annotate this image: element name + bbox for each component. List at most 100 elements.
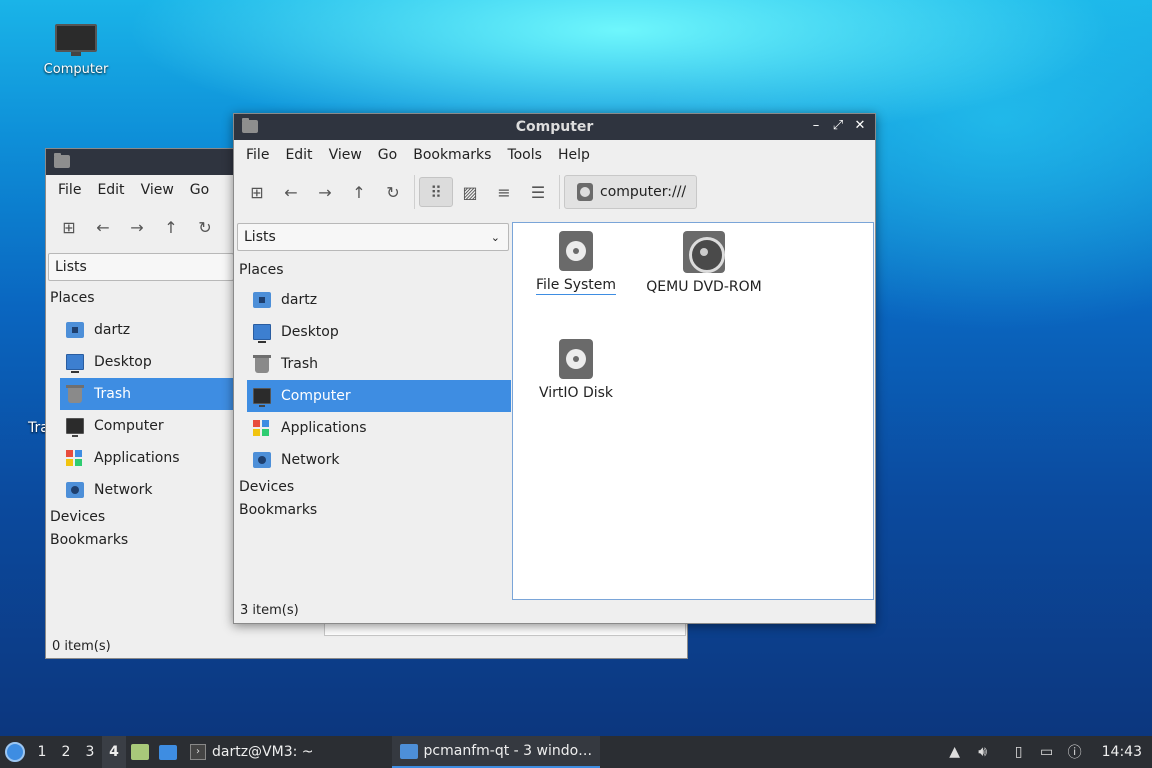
maximize-icon[interactable]: ⤢	[829, 117, 847, 135]
tray-up-arrow-icon[interactable]: ▲	[946, 743, 964, 761]
menu-edit[interactable]: Edit	[277, 147, 320, 163]
menu-bookmarks[interactable]: Bookmarks	[405, 147, 499, 163]
toolbar-separator	[559, 175, 560, 209]
network-status-icon[interactable]: ▭	[1038, 743, 1056, 761]
file-view[interactable]: File System QEMU DVD-ROM VirtIO Disk	[512, 222, 874, 600]
taskbar-terminal[interactable]: › dartz@VM3: ~	[182, 736, 322, 768]
menu-view[interactable]: View	[321, 147, 370, 163]
home-folder-icon	[66, 322, 84, 338]
clipboard-icon[interactable]: ▯	[1010, 743, 1028, 761]
toolbar-separator	[414, 175, 415, 209]
file-item-label: File System	[535, 277, 617, 295]
window-title: Computer	[515, 119, 594, 135]
applications-icon	[253, 420, 271, 436]
desktop-icon	[66, 354, 84, 373]
close-icon[interactable]: ✕	[851, 117, 869, 135]
up-arrow-icon[interactable]: ↑	[342, 177, 376, 207]
workspace-4[interactable]: 4	[102, 736, 126, 768]
menu-help[interactable]: Help	[550, 147, 598, 163]
chevron-down-icon: ⌄	[490, 230, 500, 244]
show-desktop-icon[interactable]	[126, 736, 154, 768]
desktop-computer-label: Computer	[43, 62, 109, 77]
place-desktop[interactable]: Desktop	[247, 316, 511, 348]
terminal-task-label: dartz@VM3: ~	[212, 744, 314, 760]
system-tray: ▲ 🔊︎ ▯ ▭ ⓘ 14:43	[946, 736, 1152, 768]
compact-view-icon[interactable]: ≡	[487, 177, 521, 207]
desktop-icon	[253, 324, 271, 343]
volume-icon[interactable]: 🔊︎	[974, 743, 992, 761]
home-folder-icon	[253, 292, 271, 308]
file-manager-launcher-icon[interactable]	[154, 736, 182, 768]
back-menu-view[interactable]: View	[133, 182, 182, 198]
front-menubar: File Edit View Go Bookmarks Tools Help	[234, 140, 875, 170]
place-home[interactable]: dartz	[247, 284, 511, 316]
optical-drive-icon	[683, 231, 725, 273]
folder-icon	[54, 153, 70, 168]
back-status-bar: 0 item(s)	[52, 639, 111, 654]
folder-icon	[399, 743, 418, 759]
back-arrow-icon[interactable]: ←	[86, 212, 120, 242]
status-bar: 3 item(s)	[240, 603, 299, 618]
bookmarks-header[interactable]: Bookmarks	[237, 499, 511, 522]
taskbar-file-manager[interactable]: pcmanfm-qt - 3 windo…	[391, 736, 601, 768]
terminal-icon: ›	[190, 744, 206, 760]
update-notifier-icon[interactable]: ⓘ	[1066, 743, 1084, 761]
address-bar[interactable]: computer:///	[564, 175, 698, 209]
new-tab-icon[interactable]: ⊞	[52, 212, 86, 242]
workspace-3[interactable]: 3	[78, 736, 102, 768]
file-item-label: QEMU DVD-ROM	[646, 279, 762, 295]
icon-view-icon[interactable]: ⠿	[419, 177, 453, 207]
network-icon	[66, 482, 84, 498]
address-text: computer:///	[600, 184, 687, 200]
new-tab-icon[interactable]: ⊞	[240, 177, 274, 207]
back-menu-go[interactable]: Go	[182, 182, 217, 198]
applications-icon	[66, 450, 84, 466]
back-menu-edit[interactable]: Edit	[89, 182, 132, 198]
menu-file[interactable]: File	[238, 147, 277, 163]
start-menu-icon[interactable]	[0, 736, 30, 768]
file-manager-task-label: pcmanfm-qt - 3 windo…	[423, 743, 593, 759]
file-item-dvd-rom[interactable]: QEMU DVD-ROM	[644, 231, 764, 295]
places-header[interactable]: Places	[237, 259, 511, 282]
drive-icon	[577, 183, 593, 201]
back-arrow-icon[interactable]: ←	[274, 177, 308, 207]
back-menu-file[interactable]: File	[50, 182, 89, 198]
menu-tools[interactable]: Tools	[499, 147, 550, 163]
file-item-file-system[interactable]: File System	[521, 231, 631, 295]
place-computer[interactable]: Computer	[247, 380, 511, 412]
place-trash[interactable]: Trash	[247, 348, 511, 380]
forward-arrow-icon[interactable]: →	[308, 177, 342, 207]
taskbar: 1 2 3 4 › dartz@VM3: ~ pcmanfm-qt - 3 wi…	[0, 736, 1152, 768]
file-item-virtio-disk[interactable]: VirtIO Disk	[521, 339, 631, 401]
monitor-icon	[55, 24, 97, 58]
trash-icon	[253, 354, 271, 373]
computer-icon	[66, 418, 84, 437]
place-network[interactable]: Network	[247, 444, 511, 476]
menu-go[interactable]: Go	[370, 147, 405, 163]
back-side-combo-label: Lists	[55, 259, 87, 275]
desktop-computer-icon[interactable]: Computer	[32, 20, 120, 77]
place-applications[interactable]: Applications	[247, 412, 511, 444]
reload-icon[interactable]: ↻	[188, 212, 222, 242]
side-pane-combo[interactable]: Lists ⌄	[237, 223, 509, 251]
front-file-manager-window: Computer – ⤢ ✕ File Edit View Go Bookmar…	[233, 113, 876, 624]
trash-icon	[66, 384, 84, 403]
back-side-combo[interactable]: Lists	[48, 253, 234, 281]
devices-header[interactable]: Devices	[237, 476, 511, 499]
clock[interactable]: 14:43	[1102, 744, 1142, 760]
side-pane-combo-label: Lists	[244, 229, 276, 245]
workspace-1[interactable]: 1	[30, 736, 54, 768]
workspace-2[interactable]: 2	[54, 736, 78, 768]
reload-icon[interactable]: ↻	[376, 177, 410, 207]
thumbnail-view-icon[interactable]: ▨	[453, 177, 487, 207]
network-icon	[253, 452, 271, 468]
back-place-trash[interactable]: Trash	[60, 378, 234, 410]
front-toolbar: ⊞ ← → ↑ ↻ ⠿ ▨ ≡ ☰ computer:///	[234, 170, 875, 214]
front-titlebar[interactable]: Computer – ⤢ ✕	[234, 114, 875, 140]
detailed-list-view-icon[interactable]: ☰	[521, 177, 555, 207]
file-item-label: VirtIO Disk	[538, 385, 614, 401]
hard-drive-icon	[559, 231, 593, 271]
forward-arrow-icon[interactable]: →	[120, 212, 154, 242]
up-arrow-icon[interactable]: ↑	[154, 212, 188, 242]
minimize-icon[interactable]: –	[807, 117, 825, 135]
